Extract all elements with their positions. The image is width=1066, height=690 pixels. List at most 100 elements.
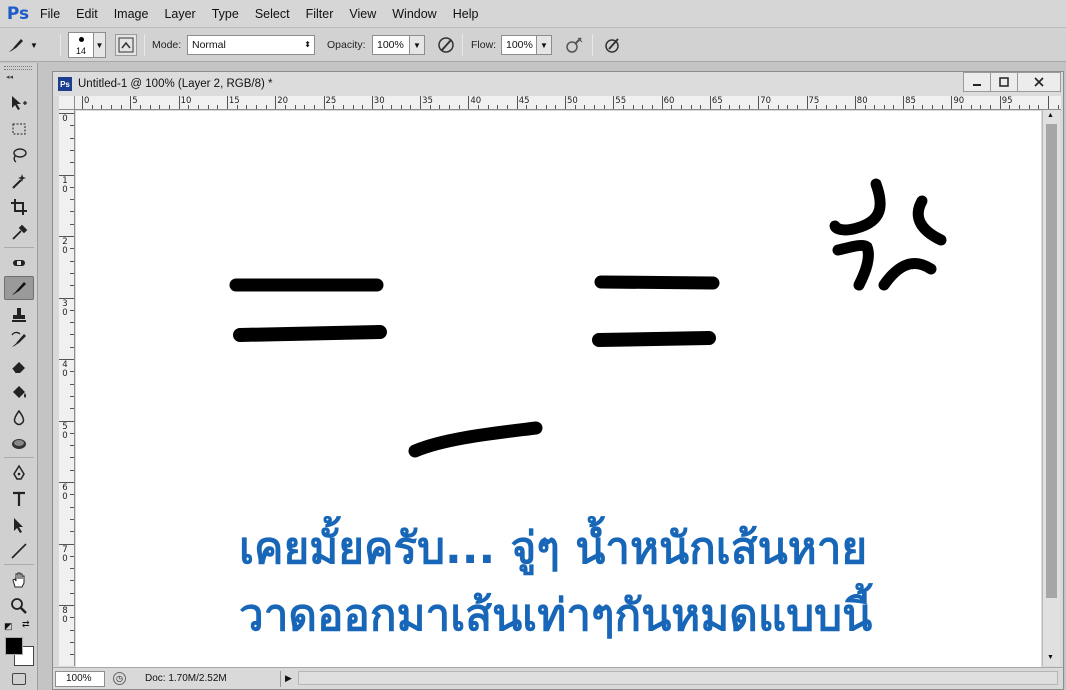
menu-filter[interactable]: Filter xyxy=(298,0,342,28)
stamp-icon xyxy=(12,308,26,322)
vertical-ruler[interactable]: 0 10 20 30 40 50 60 70 80 xyxy=(59,110,75,666)
h-ruler-label: 60 xyxy=(663,96,675,106)
paint-bucket-tool[interactable] xyxy=(4,380,34,404)
history-brush-tool[interactable] xyxy=(4,328,34,352)
h-ruler-label: 75 xyxy=(808,96,820,106)
eyedropper-tool[interactable] xyxy=(4,221,34,245)
vertical-scrollbar[interactable]: ▲ ▼ xyxy=(1042,110,1060,666)
type-tool[interactable] xyxy=(4,487,34,511)
brush-icon xyxy=(12,282,26,295)
scroll-down-icon[interactable]: ▼ xyxy=(1047,654,1054,661)
brush-preset-icon xyxy=(4,33,28,57)
history-brush-icon xyxy=(11,331,26,347)
menu-layer[interactable]: Layer xyxy=(156,0,203,28)
maximize-button[interactable] xyxy=(990,72,1018,92)
marquee-tool[interactable] xyxy=(4,117,34,141)
arrow-cursor-icon xyxy=(14,518,23,533)
paint-bucket-icon xyxy=(13,386,26,398)
h-ruler-label: 50 xyxy=(567,96,578,106)
brush-size-value: 14 xyxy=(75,46,86,56)
zoom-tool[interactable] xyxy=(4,594,34,618)
flow-input[interactable]: 100% xyxy=(501,35,537,55)
tool-preset-picker[interactable]: ▼ xyxy=(4,28,38,62)
crop-icon xyxy=(11,199,27,215)
right-eye-stroke-top xyxy=(594,275,720,290)
h-ruler-label: 0 xyxy=(84,96,90,106)
doc-info-area[interactable]: ◷ Doc: 1.70M/2.52M xyxy=(105,670,281,687)
v-ruler-label: 50 xyxy=(62,421,68,441)
status-menu-arrow-icon[interactable]: ▶ xyxy=(285,673,297,684)
menu-type[interactable]: Type xyxy=(204,0,247,28)
menu-window[interactable]: Window xyxy=(384,0,444,28)
ruler-origin[interactable] xyxy=(59,96,75,110)
panel-grip[interactable] xyxy=(4,66,32,70)
brush-panel-icon xyxy=(118,37,134,53)
v-ruler-label: 70 xyxy=(62,544,68,564)
minimize-button[interactable] xyxy=(963,72,991,92)
foreground-color-swatch[interactable] xyxy=(5,637,23,655)
h-ruler-label: 20 xyxy=(277,96,289,106)
canvas[interactable]: เคยมั้ยครับ... จู่ๆ น้ำหนักเส้นหาย วาดออ… xyxy=(76,111,1041,667)
path-selection-tool[interactable] xyxy=(4,513,34,537)
h-ruler-label: 65 xyxy=(711,96,723,106)
timer-icon: ◷ xyxy=(113,671,126,685)
lasso-tool[interactable] xyxy=(4,143,34,167)
h-ruler-label: 45 xyxy=(518,96,530,106)
h-ruler-label: 10 xyxy=(180,96,192,106)
pressure-size-button[interactable] xyxy=(600,33,624,57)
menu-view[interactable]: View xyxy=(341,0,384,28)
brush-panel-toggle[interactable] xyxy=(115,34,137,56)
eraser-tool[interactable] xyxy=(4,354,34,378)
menu-help[interactable]: Help xyxy=(445,0,487,28)
pen-tool[interactable] xyxy=(4,461,34,485)
dodge-icon xyxy=(12,439,26,449)
pen-pressure-icon xyxy=(438,37,454,53)
menu-file[interactable]: File xyxy=(32,0,68,28)
pressure-opacity-button[interactable] xyxy=(434,33,458,57)
minimize-icon xyxy=(973,84,981,86)
zoom-level-input[interactable]: 100% xyxy=(55,670,105,687)
magic-wand-tool[interactable] xyxy=(4,169,34,193)
collapse-arrows-icon[interactable]: ◂◂ xyxy=(6,73,13,81)
quick-mask-icon[interactable] xyxy=(12,673,26,685)
move-tool[interactable] xyxy=(4,91,34,115)
blur-tool[interactable] xyxy=(4,406,34,430)
caption-line-2: วาดออกมาเส้นเท่าๆกันหมดแบบนี้ xyxy=(239,590,873,641)
default-colors-icon[interactable]: ◩ xyxy=(4,621,13,632)
document-size-info: Doc: 1.70M/2.52M xyxy=(111,670,281,687)
close-button[interactable] xyxy=(1017,72,1061,92)
swap-colors-icon[interactable]: ⇄ xyxy=(22,619,30,630)
brush-tip-preview: 14 xyxy=(68,32,94,58)
h-ruler-label: 90 xyxy=(953,96,965,106)
menu-edit[interactable]: Edit xyxy=(68,0,106,28)
hand-tool[interactable] xyxy=(4,568,34,592)
clone-stamp-tool[interactable] xyxy=(4,303,34,327)
eyedropper-icon xyxy=(12,224,28,240)
crop-tool[interactable] xyxy=(4,195,34,219)
type-icon xyxy=(13,491,25,506)
pen-pressure-size-icon xyxy=(605,38,619,53)
brush-tool[interactable] xyxy=(4,276,34,300)
horizontal-ruler[interactable]: 0 5 10 15 20 25 30 35 40 45 50 55 60 65 70 75 80 85 90 95 xyxy=(75,96,1061,110)
menu-bar: Ps File Edit Image Layer Type Select Fil… xyxy=(0,0,1066,28)
line-tool[interactable] xyxy=(4,539,34,563)
dodge-tool[interactable] xyxy=(4,432,34,456)
document-title-bar[interactable]: Ps Untitled-1 @ 100% (Layer 2, RGB/8) * xyxy=(53,72,1063,96)
scroll-up-icon[interactable]: ▲ xyxy=(1047,112,1054,119)
photoshop-logo: Ps xyxy=(6,3,30,24)
flow-dropdown-button[interactable]: ▼ xyxy=(536,35,552,55)
blend-mode-select[interactable]: Normal ⬍ xyxy=(187,35,315,55)
status-bar: 100% ◷ Doc: 1.70M/2.52M ▶ xyxy=(53,667,1063,689)
airbrush-button[interactable] xyxy=(562,33,586,57)
menu-select[interactable]: Select xyxy=(247,0,298,28)
brush-size-picker[interactable]: 14 ▼ xyxy=(68,28,106,62)
bandage-icon xyxy=(13,260,25,266)
vertical-scroll-thumb[interactable] xyxy=(1046,124,1057,598)
h-ruler-label: 5 xyxy=(132,96,138,106)
healing-brush-tool[interactable] xyxy=(4,251,34,275)
v-ruler-label: 80 xyxy=(62,606,68,625)
opacity-dropdown-button[interactable]: ▼ xyxy=(409,35,425,55)
horizontal-scrollbar[interactable] xyxy=(298,671,1058,685)
opacity-input[interactable]: 100% xyxy=(372,35,410,55)
menu-image[interactable]: Image xyxy=(106,0,157,28)
